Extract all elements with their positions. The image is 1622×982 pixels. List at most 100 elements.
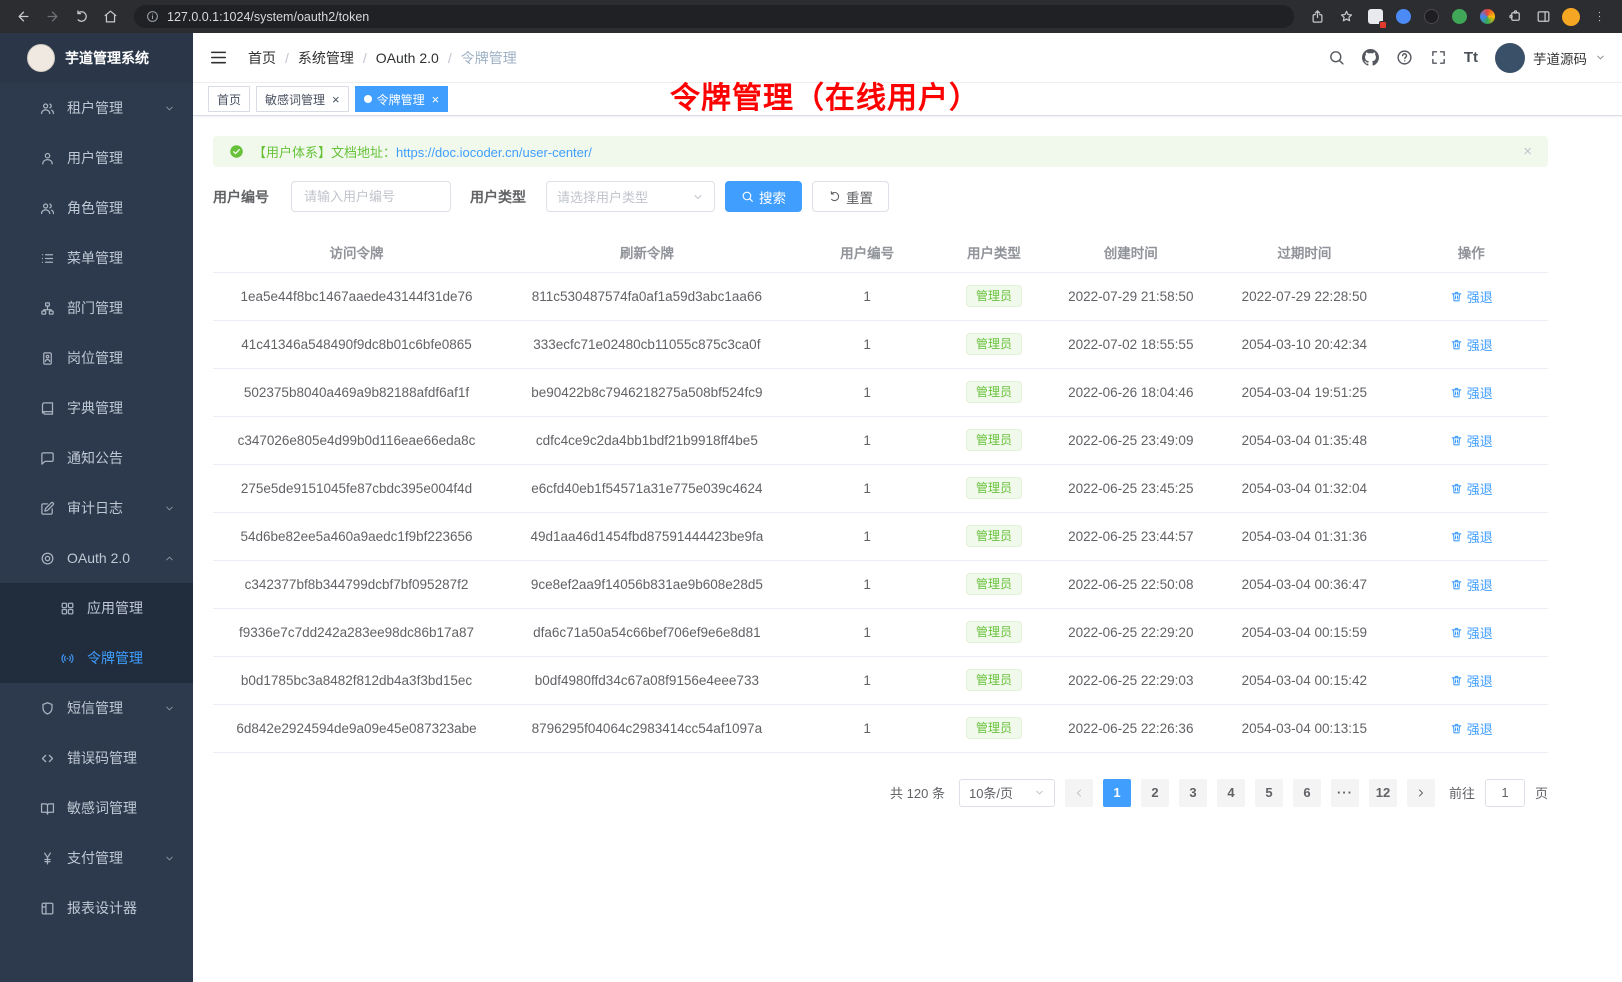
force-logout-button[interactable]: 强退 bbox=[1450, 383, 1493, 402]
cell-expire-time: 2054-03-04 01:35:48 bbox=[1214, 416, 1394, 464]
search-icon[interactable] bbox=[1328, 49, 1345, 66]
reset-button[interactable]: 重置 bbox=[812, 181, 889, 212]
sidebar-item-oauth2[interactable]: OAuth 2.0 bbox=[0, 533, 193, 583]
share-button[interactable] bbox=[1304, 3, 1331, 30]
force-logout-button[interactable]: 强退 bbox=[1450, 287, 1493, 306]
font-size-icon[interactable]: Tt bbox=[1464, 49, 1478, 66]
force-logout-button[interactable]: 强退 bbox=[1450, 335, 1493, 354]
sidebar-item-app[interactable]: 应用管理 bbox=[0, 583, 193, 633]
page-button-1[interactable]: 1 bbox=[1103, 779, 1131, 807]
alert-close-icon[interactable]: × bbox=[1523, 143, 1532, 160]
help-docs-icon[interactable] bbox=[1396, 49, 1413, 66]
sidebar-item-errcode[interactable]: 错误码管理 bbox=[0, 733, 193, 783]
browser-profile-button[interactable] bbox=[1558, 4, 1584, 30]
bookmark-button[interactable] bbox=[1333, 3, 1360, 30]
force-logout-button[interactable]: 强退 bbox=[1450, 527, 1493, 546]
extension-button-1[interactable] bbox=[1362, 4, 1388, 30]
force-logout-button[interactable]: 强退 bbox=[1450, 431, 1493, 450]
tab-close-icon[interactable]: × bbox=[432, 93, 440, 106]
breadcrumb-item[interactable]: OAuth 2.0 bbox=[376, 50, 439, 66]
share-icon bbox=[1310, 9, 1325, 24]
column-header: 访问令牌 bbox=[213, 232, 500, 272]
app-logo[interactable]: 芋道管理系统 bbox=[0, 33, 193, 83]
tabs-bar: 首页敏感词管理×令牌管理× bbox=[193, 83, 1622, 116]
sidebar-item-dept[interactable]: 部门管理 bbox=[0, 283, 193, 333]
fullscreen-icon[interactable] bbox=[1430, 49, 1447, 66]
cell-expire-time: 2054-03-04 00:15:42 bbox=[1214, 656, 1394, 704]
tab-close-icon[interactable]: × bbox=[332, 93, 340, 106]
doc-link[interactable]: https://doc.iocoder.cn/user-center/ bbox=[396, 145, 592, 160]
force-logout-button[interactable]: 强退 bbox=[1450, 479, 1493, 498]
page-ellipsis[interactable]: ··· bbox=[1331, 779, 1359, 807]
token-table: 访问令牌刷新令牌用户编号用户类型创建时间过期时间操作 1ea5e44f8bc14… bbox=[213, 232, 1548, 753]
sidebar-item-notice[interactable]: 通知公告 bbox=[0, 433, 193, 483]
page-size-select[interactable]: 10条/页 bbox=[959, 779, 1055, 807]
sidebar-item-menu[interactable]: 菜单管理 bbox=[0, 233, 193, 283]
extensions-menu-button[interactable] bbox=[1502, 4, 1528, 30]
breadcrumb-item[interactable]: 首页 bbox=[248, 48, 276, 68]
browser-back-button[interactable] bbox=[10, 3, 37, 30]
chevron-right-icon bbox=[1415, 787, 1427, 799]
cell-user-type: 管理员 bbox=[941, 656, 1048, 704]
cell-user-id: 1 bbox=[794, 464, 941, 512]
sidebar-item-audit-log[interactable]: 审计日志 bbox=[0, 483, 193, 533]
extension-button-3[interactable] bbox=[1418, 4, 1444, 30]
next-page-button[interactable] bbox=[1407, 779, 1435, 807]
prev-page-button[interactable] bbox=[1065, 779, 1093, 807]
cell-user-type: 管理员 bbox=[941, 416, 1048, 464]
tab-home[interactable]: 首页 bbox=[208, 86, 250, 112]
tab-sensitive-word[interactable]: 敏感词管理× bbox=[256, 86, 349, 112]
sidebar-item-dict[interactable]: 字典管理 bbox=[0, 383, 193, 433]
navbar-actions: Tt 芋道源码 bbox=[1328, 43, 1606, 73]
sidebar-item-pay[interactable]: 支付管理 bbox=[0, 833, 193, 883]
kebab-menu-icon bbox=[1592, 9, 1607, 24]
sidebar-item-post[interactable]: 岗位管理 bbox=[0, 333, 193, 383]
tab-token[interactable]: 令牌管理× bbox=[355, 86, 449, 112]
user-type-select[interactable]: 请选择用户类型 bbox=[546, 181, 715, 212]
goto-page-input[interactable] bbox=[1485, 779, 1525, 807]
delete-icon bbox=[1450, 290, 1463, 303]
search-button[interactable]: 搜索 bbox=[725, 181, 802, 212]
browser-home-button[interactable] bbox=[97, 3, 124, 30]
page-button-6[interactable]: 6 bbox=[1293, 779, 1321, 807]
sidebar-item-user[interactable]: 用户管理 bbox=[0, 133, 193, 183]
extension-2-icon bbox=[1396, 9, 1411, 24]
sidebar-item-label: 错误码管理 bbox=[67, 748, 137, 768]
sidebar-item-report[interactable]: 报表设计器 bbox=[0, 883, 193, 933]
extension-button-4[interactable] bbox=[1446, 4, 1472, 30]
chevron-down-icon bbox=[692, 191, 704, 203]
force-logout-button[interactable]: 强退 bbox=[1450, 719, 1493, 738]
side-panel-button[interactable] bbox=[1530, 4, 1556, 30]
page-button-4[interactable]: 4 bbox=[1217, 779, 1245, 807]
sidebar-item-role[interactable]: 角色管理 bbox=[0, 183, 193, 233]
force-logout-button[interactable]: 强退 bbox=[1450, 623, 1493, 642]
page-button-12[interactable]: 12 bbox=[1369, 779, 1397, 807]
sidebar-item-sensitive-word[interactable]: 敏感词管理 bbox=[0, 783, 193, 833]
github-icon[interactable] bbox=[1362, 49, 1379, 66]
force-logout-button[interactable]: 强退 bbox=[1450, 671, 1493, 690]
extension-button-2[interactable] bbox=[1390, 4, 1416, 30]
browser-forward-button[interactable] bbox=[39, 3, 66, 30]
column-header: 操作 bbox=[1394, 232, 1548, 272]
cell-refresh-token: e6cfd40eb1f54571a31e775e039c4624 bbox=[500, 464, 794, 512]
sidebar-item-tenant[interactable]: 租户管理 bbox=[0, 83, 193, 133]
page-button-2[interactable]: 2 bbox=[1141, 779, 1169, 807]
browser-toolbar: 127.0.0.1:1024/system/oauth2/token bbox=[0, 0, 1622, 33]
sidebar-item-token[interactable]: 令牌管理 bbox=[0, 633, 193, 683]
address-bar[interactable]: 127.0.0.1:1024/system/oauth2/token bbox=[134, 5, 1294, 28]
user-id-input[interactable] bbox=[291, 181, 451, 212]
force-logout-label: 强退 bbox=[1467, 335, 1493, 354]
force-logout-label: 强退 bbox=[1467, 479, 1493, 498]
breadcrumb-item[interactable]: 系统管理 bbox=[298, 48, 354, 68]
page-button-3[interactable]: 3 bbox=[1179, 779, 1207, 807]
browser-reload-button[interactable] bbox=[68, 3, 95, 30]
user-menu[interactable]: 芋道源码 bbox=[1495, 43, 1606, 73]
sidebar-item-sms[interactable]: 短信管理 bbox=[0, 683, 193, 733]
browser-menu-button[interactable] bbox=[1586, 4, 1612, 30]
extension-button-5[interactable] bbox=[1474, 4, 1500, 30]
sidebar-toggle-icon[interactable] bbox=[209, 48, 228, 67]
sidebar-menu: 租户管理用户管理角色管理菜单管理部门管理岗位管理字典管理通知公告审计日志OAut… bbox=[0, 83, 193, 982]
force-logout-button[interactable]: 强退 bbox=[1450, 575, 1493, 594]
report-icon bbox=[40, 901, 55, 916]
page-button-5[interactable]: 5 bbox=[1255, 779, 1283, 807]
